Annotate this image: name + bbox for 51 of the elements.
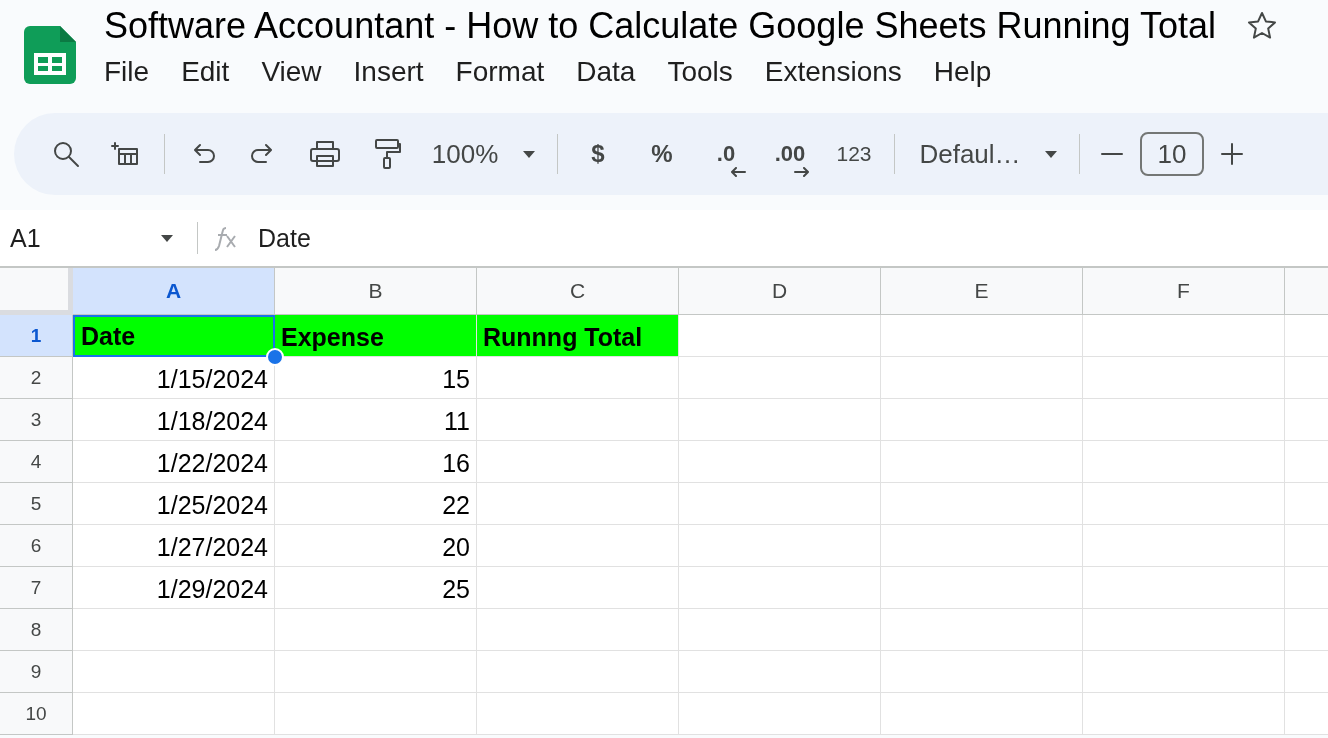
font-size-field[interactable]: 10	[1140, 132, 1204, 176]
row-header[interactable]: 1	[0, 315, 73, 357]
number-format-button[interactable]: 123	[822, 134, 886, 174]
column-header[interactable]: E	[881, 268, 1083, 315]
row-header[interactable]: 6	[0, 525, 73, 567]
table-cell[interactable]: 1/29/2024	[73, 567, 275, 609]
menu-item[interactable]: File	[104, 56, 150, 88]
column-header[interactable]: B	[275, 268, 477, 315]
menu-item[interactable]: Help	[933, 56, 992, 88]
row-header[interactable]: 9	[0, 651, 73, 693]
column-header[interactable]: A	[73, 268, 275, 315]
table-cell[interactable]: 20	[275, 525, 477, 567]
table-cell[interactable]: 1/27/2024	[73, 525, 275, 567]
table-cell[interactable]: 1/18/2024	[73, 399, 275, 441]
table-cell[interactable]: 15	[275, 357, 477, 399]
table-cell[interactable]: 16	[275, 441, 477, 483]
table-cell[interactable]: 11	[275, 399, 477, 441]
column-header[interactable]: F	[1083, 268, 1285, 315]
menu-item[interactable]: Format	[455, 56, 545, 88]
row-header[interactable]: 8	[0, 609, 73, 651]
row-header[interactable]: 2	[0, 357, 73, 399]
menu-item[interactable]: Data	[576, 56, 636, 88]
table-cell[interactable]: 1/25/2024	[73, 483, 275, 525]
table-cell[interactable]: Runnng Total	[477, 315, 679, 357]
menu-item[interactable]: Extensions	[764, 56, 902, 88]
document-title[interactable]: Software Accountant - How to Calculate Google Sheets Running Total	[104, 6, 1216, 46]
row-header[interactable]: 7	[0, 567, 73, 609]
row-header[interactable]: 4	[0, 441, 73, 483]
column-header[interactable]: D	[679, 268, 881, 315]
menu-item[interactable]: View	[261, 56, 322, 88]
table-cell[interactable]: 25	[275, 567, 477, 609]
formula-field[interactable]: Date	[258, 223, 311, 253]
increase-decimal-button[interactable]: .00	[758, 134, 822, 174]
row-header[interactable]: 5	[0, 483, 73, 525]
table-cell[interactable]: 1/15/2024	[73, 357, 275, 399]
table-cell[interactable]: 22	[275, 483, 477, 525]
zoom-dropdown[interactable]: 100%	[421, 134, 509, 174]
menu-item[interactable]: Insert	[353, 56, 424, 88]
table-cell[interactable]: Expense	[275, 315, 477, 357]
row-header[interactable]: 10	[0, 693, 73, 735]
decrease-decimal-button[interactable]: .0	[694, 134, 758, 174]
table-cell[interactable]: Date	[73, 315, 275, 357]
table-cell[interactable]: 1/22/2024	[73, 441, 275, 483]
name-box[interactable]: A1	[0, 218, 183, 258]
row-header[interactable]: 3	[0, 399, 73, 441]
menu-item[interactable]: Edit	[181, 56, 230, 88]
percent-format-button[interactable]: %	[630, 134, 694, 174]
menu-item[interactable]: Tools	[667, 56, 733, 88]
column-header[interactable]: C	[477, 268, 679, 315]
currency-format-button[interactable]: $	[566, 134, 630, 174]
font-dropdown[interactable]: Defaul…	[909, 134, 1031, 174]
